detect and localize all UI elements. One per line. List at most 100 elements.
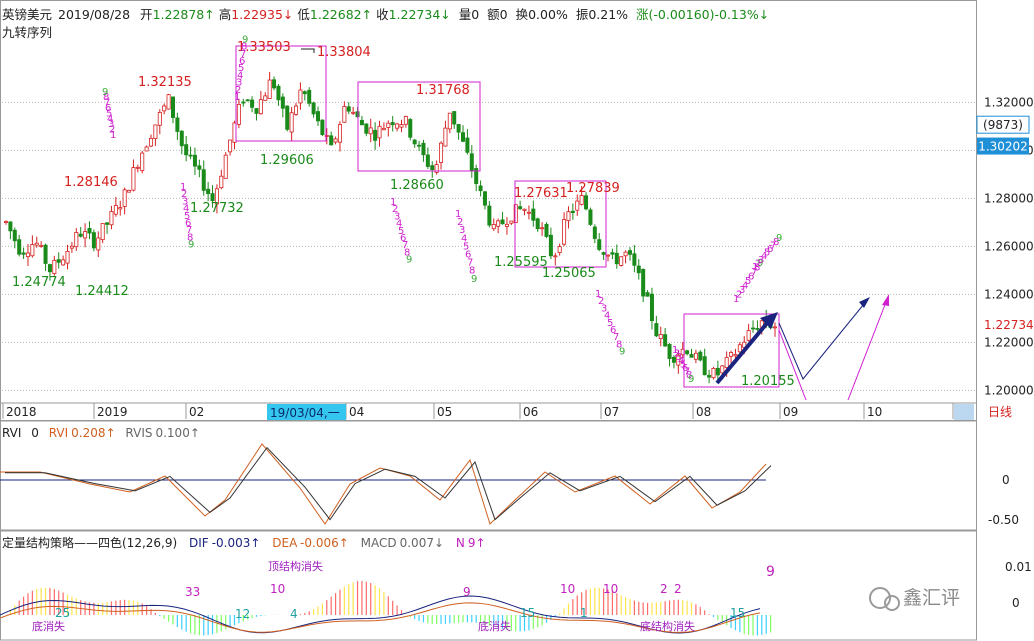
time-tick-label: 10 (867, 405, 882, 419)
candle-body (597, 239, 602, 250)
candle-body (425, 154, 430, 167)
rvi-tick: 0 (1002, 473, 1010, 487)
candle-body (105, 222, 110, 225)
candle-body (337, 124, 342, 143)
candle-body (201, 169, 206, 191)
candle-body (131, 167, 136, 191)
rvi-legend: RVI 0 RVI 0.208↑ RVIS 0.100↑ (2, 426, 200, 440)
td-count-label: 9 (242, 34, 248, 45)
candle-body (439, 142, 444, 163)
structure-count: 4 (290, 607, 298, 621)
candle-body (724, 357, 729, 368)
candle-body (61, 259, 66, 266)
price-label: 1.33804 (317, 45, 371, 60)
structure-annotation: 顶结构消失 (268, 559, 323, 573)
axis-scroll-badge[interactable] (954, 404, 974, 420)
candle-body (403, 116, 408, 125)
candle-body (562, 219, 567, 245)
candle-body (623, 251, 628, 257)
candle-body (667, 343, 672, 359)
candle-body (702, 356, 707, 376)
period-button: 日线 (988, 405, 1012, 419)
candle-body (715, 367, 720, 376)
candle-body (500, 219, 505, 225)
price-axis: 1.320001.300001.280001.260001.240001.220… (976, 95, 1034, 397)
candle-body (333, 138, 338, 143)
candle-body (504, 223, 509, 227)
candle-body (566, 211, 571, 222)
price-label: 1.27732 (190, 201, 244, 216)
price-label: 1.31768 (416, 83, 470, 98)
symbol-name: 英镑美元 (2, 7, 52, 22)
candle-body (87, 228, 92, 234)
candle-body (412, 139, 417, 145)
candle-body (289, 112, 294, 133)
candle-body (606, 254, 611, 257)
time-tick-label: 02 (189, 405, 204, 419)
candle-body (487, 205, 492, 226)
candle-body (197, 165, 202, 170)
candle-body (166, 94, 171, 110)
candle-body (456, 124, 461, 133)
price-label: 1.28146 (64, 175, 118, 190)
structure-annotation: 底消失 (478, 619, 511, 633)
rvi-lines: 0 -0.50 (0, 443, 1019, 527)
candle-body (8, 221, 13, 232)
y-tick-label: 1.20000 (984, 383, 1034, 397)
candle-body (280, 96, 285, 109)
open-value: 1.22878↑ (153, 7, 215, 22)
candle-body (4, 221, 9, 223)
macd-histogram: 0.01 0 顶结构消失底消失 底消失 底结构消失 33 10 9 10 10 2 2 9 25 12 4 15… (0, 559, 1032, 636)
candle-body (170, 96, 175, 118)
amplitude-value: 振0.21% (576, 7, 628, 22)
candle-body (30, 244, 35, 257)
price-label: 1.25065 (542, 266, 596, 281)
y-tick-label: 1.32000 (984, 95, 1034, 109)
forex-chart-canvas: 英镑美元 2019/08/28 开1.22878↑ 高1.22935↓ 低1.22… (0, 0, 1034, 641)
candle-body (729, 352, 734, 357)
time-tick-label: 2018 (6, 405, 37, 419)
structure-annotation: 底消失 (32, 619, 65, 633)
macd-tick: 0 (1012, 596, 1020, 610)
candle-body (399, 124, 404, 128)
structure-count: 2 (660, 582, 668, 596)
candle-body (346, 106, 351, 112)
structure-count: 9 (463, 585, 471, 599)
candle-body (52, 259, 57, 275)
td-count-label: 9 (619, 347, 625, 358)
candle-body (685, 350, 690, 355)
price-label: 1.29606 (260, 153, 314, 168)
candle-body (773, 326, 778, 329)
y-tick-label: 1.22000 (984, 335, 1034, 349)
time-tick-label: 05 (437, 405, 452, 419)
price-label: 1.32135 (138, 75, 192, 90)
candle-body (395, 123, 400, 129)
structure-count: 2 (674, 582, 682, 596)
td-count-label: 9 (406, 255, 412, 266)
candle-body (627, 250, 632, 255)
candle-body (83, 231, 88, 239)
candle-body (188, 154, 193, 157)
candle-body (636, 265, 641, 274)
y-tick-label: 1.26000 (984, 239, 1034, 253)
candle-body (443, 127, 448, 147)
price-label: 1.27631 (514, 186, 568, 201)
time-tick-label: 09 (783, 405, 798, 419)
candle-body (17, 239, 22, 255)
td-count-label: 9 (188, 240, 194, 251)
candle-body (74, 232, 79, 248)
price-label: 1.28660 (390, 178, 444, 193)
candle-body (175, 117, 180, 132)
candle-body (649, 293, 654, 322)
candle-body (447, 112, 452, 130)
structure-count: 10 (603, 582, 618, 596)
time-axis[interactable]: 201820190203040506070809101119/03/04,一日线 (0, 402, 1012, 420)
candle-body (351, 111, 356, 114)
candle-body (118, 207, 123, 210)
candle-body (417, 144, 422, 147)
structure-count: 33 (185, 585, 200, 599)
candle-body (21, 252, 26, 255)
structure-count: 15 (520, 606, 535, 620)
candle-body (140, 152, 145, 171)
candle-body (610, 252, 615, 255)
